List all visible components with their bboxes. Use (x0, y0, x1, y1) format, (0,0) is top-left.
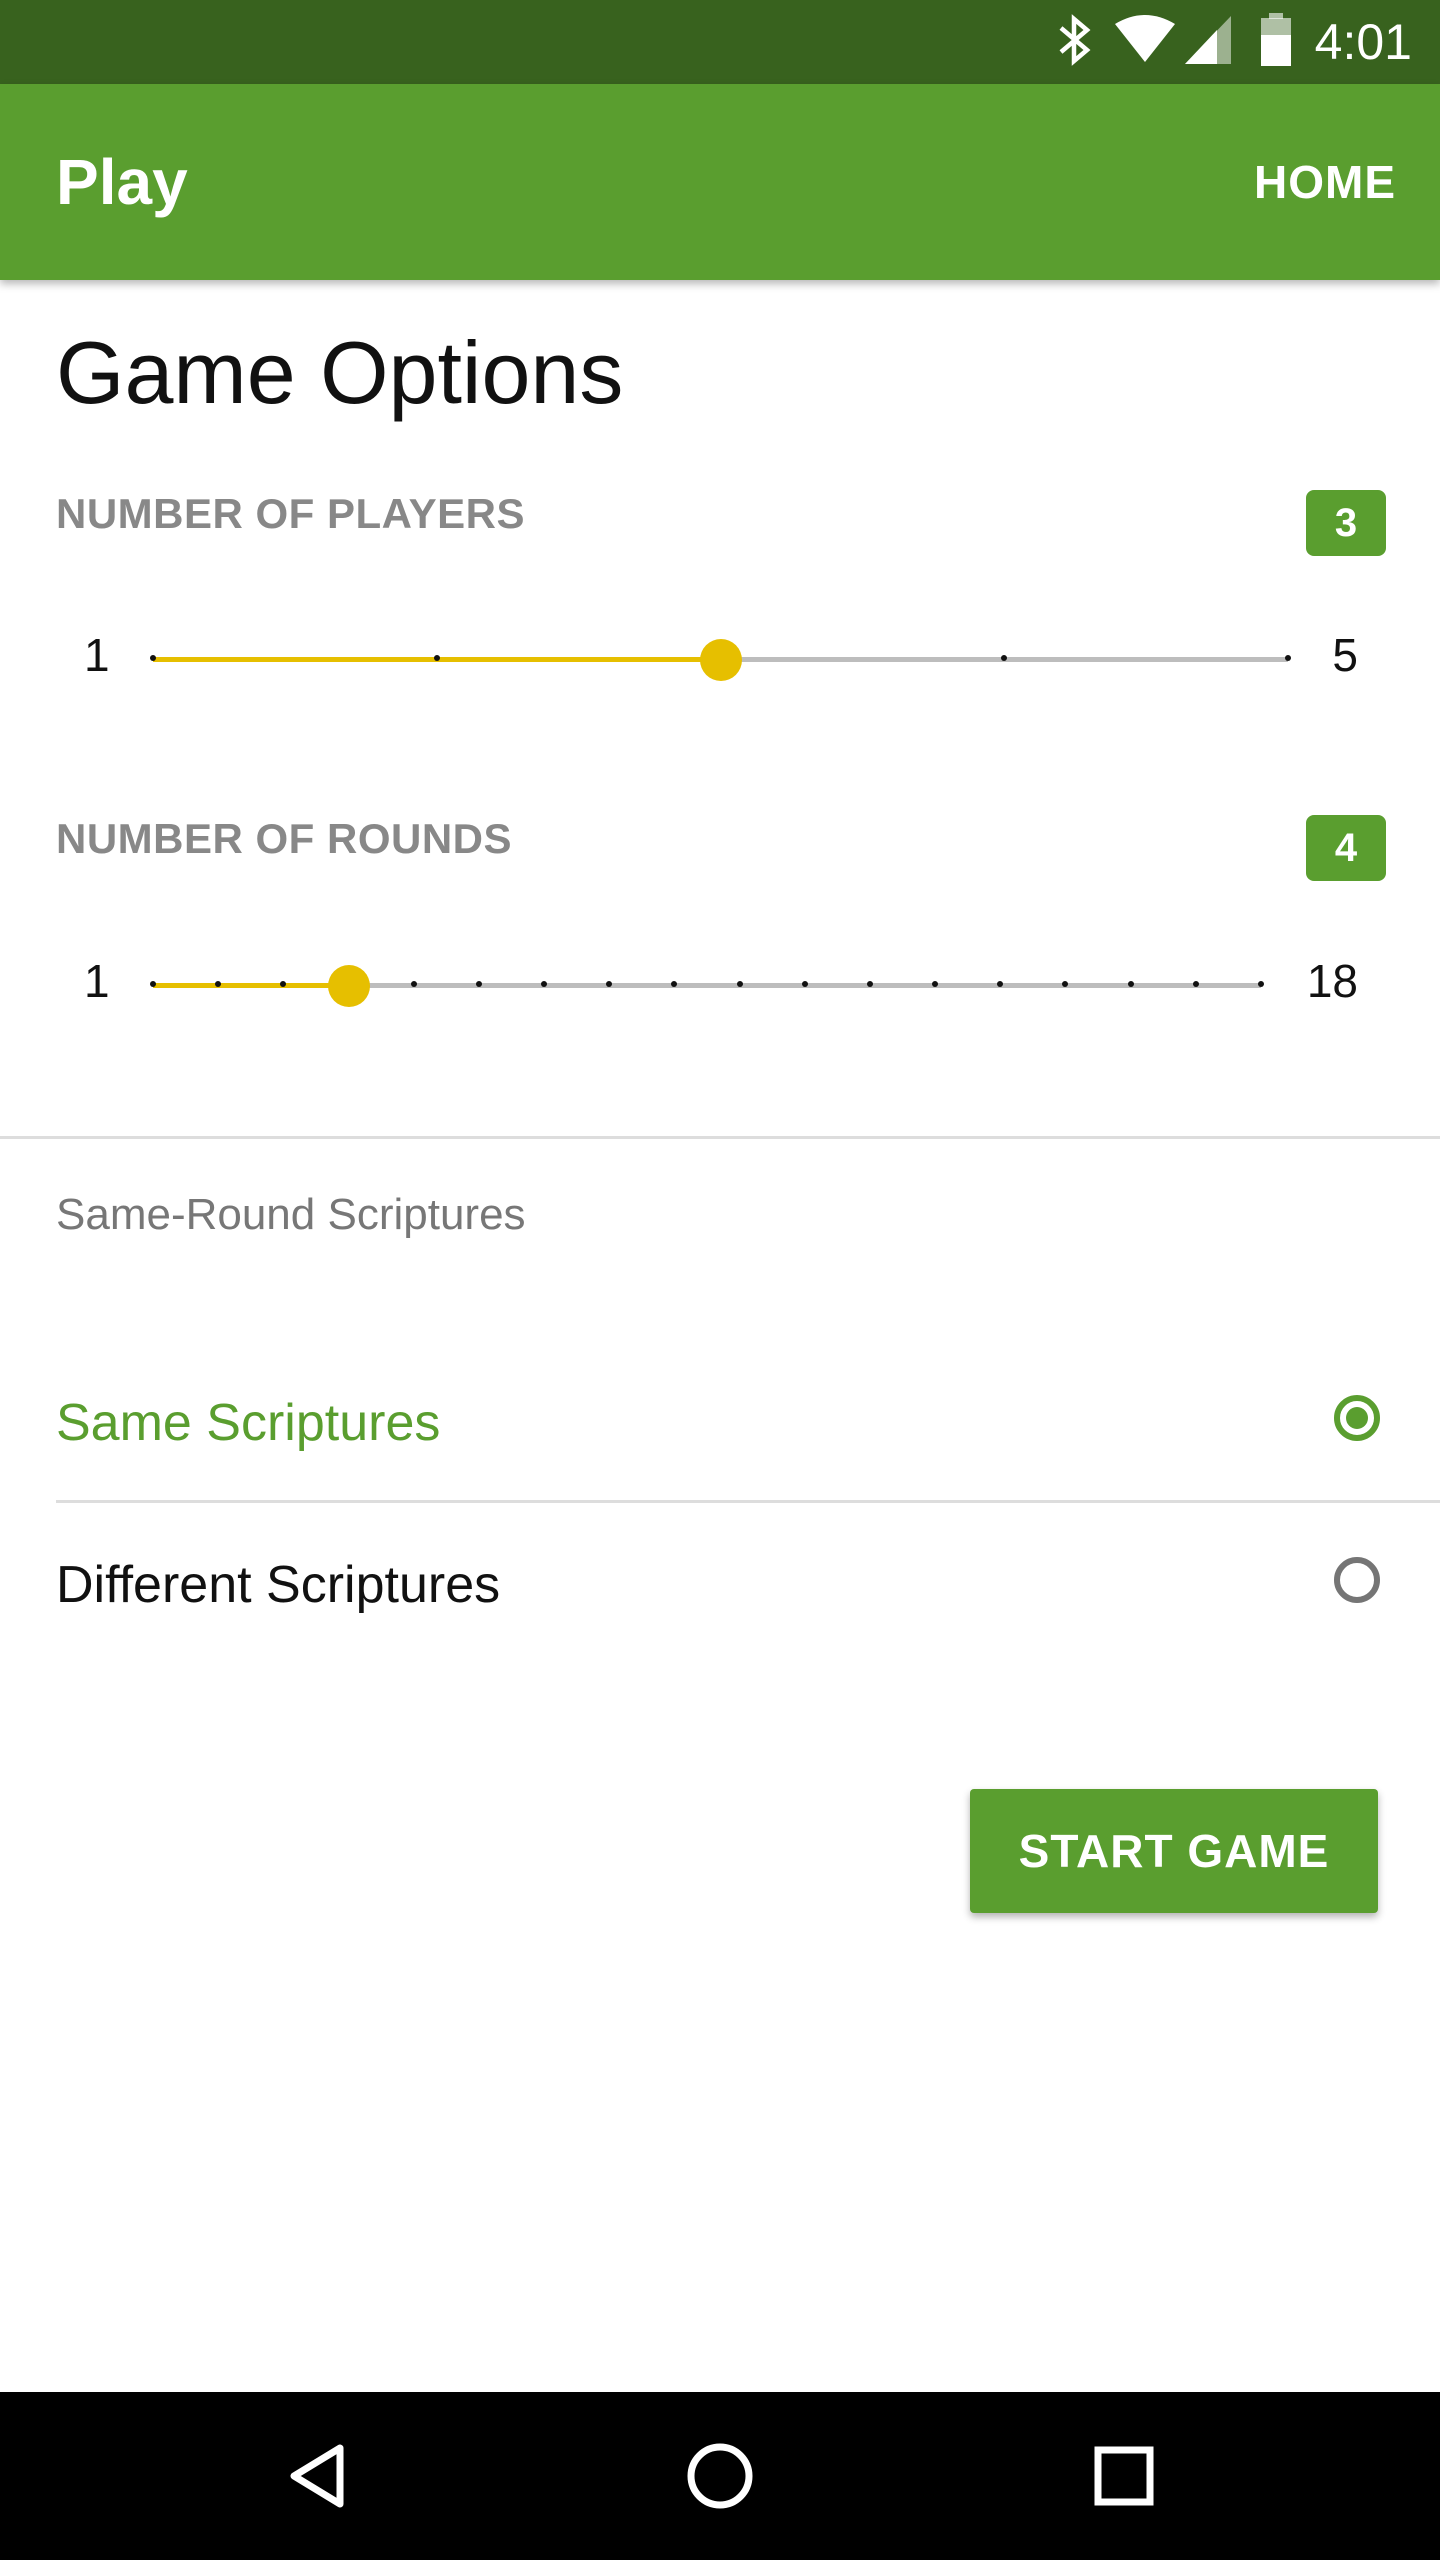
radio-row-different-scriptures[interactable]: Different Scriptures (0, 1510, 1440, 1660)
app-title: Play (56, 146, 188, 218)
radio-label-different-scriptures: Different Scriptures (56, 1556, 501, 1614)
radio-selected-dot (1346, 1407, 1368, 1429)
players-slider-tick (150, 655, 156, 661)
radio-row-same-scriptures[interactable]: Same Scriptures (0, 1348, 1440, 1498)
rounds-min-label: 1 (84, 955, 110, 1007)
players-slider-thumb[interactable] (699, 639, 742, 681)
battery-icon (1259, 12, 1293, 72)
page-title: Game Options (56, 323, 624, 422)
rounds-slider-tick (1127, 981, 1134, 987)
rounds-slider-tick (1258, 981, 1264, 987)
rounds-label: NUMBER OF ROUNDS (56, 815, 512, 862)
status-time: 4:01 (1314, 14, 1412, 70)
option-divider (56, 1500, 1440, 1503)
rounds-slider-tick (1062, 981, 1069, 987)
rounds-slider-thumb[interactable] (327, 965, 370, 1007)
players-value-badge: 3 (1306, 490, 1386, 556)
app-bar: Play HOME (0, 84, 1440, 280)
players-slider-tick (1001, 655, 1008, 661)
rounds-slider-tick (866, 981, 873, 987)
rounds-slider-tick (932, 981, 939, 987)
home-icon[interactable] (670, 2426, 770, 2526)
wifi-icon (1113, 14, 1177, 71)
rounds-slider-tick (997, 981, 1004, 987)
rounds-slider-tick (736, 981, 743, 987)
rounds-slider-fill (153, 983, 349, 988)
back-icon[interactable] (266, 2426, 366, 2526)
bluetooth-icon (1055, 13, 1095, 71)
section-divider (0, 1136, 1440, 1139)
rounds-slider-tick (1192, 981, 1199, 987)
players-label: NUMBER OF PLAYERS (56, 490, 526, 537)
scripture-group-header: Same-Round Scriptures (56, 1190, 526, 1239)
radio-button-same-scriptures[interactable] (1334, 1395, 1380, 1441)
rounds-slider-tick (150, 981, 156, 987)
rounds-slider-tick (671, 981, 678, 987)
radio-button-different-scriptures[interactable] (1334, 1557, 1380, 1603)
radio-label-same-scriptures: Same Scriptures (56, 1394, 441, 1452)
rounds-slider-tick (410, 981, 417, 987)
rounds-slider-tick (801, 981, 808, 987)
players-slider-tick (433, 655, 440, 661)
start-game-button[interactable]: START GAME (970, 1789, 1378, 1913)
cell-signal-icon (1183, 14, 1235, 71)
rounds-slider[interactable] (150, 965, 1264, 1007)
home-button[interactable]: HOME (1254, 84, 1396, 280)
nav-bar (0, 2392, 1440, 2560)
rounds-value-badge: 4 (1306, 815, 1386, 881)
rounds-max-label: 18 (1306, 955, 1358, 1007)
rounds-slider-tick (541, 981, 548, 987)
status-icons: 4:01 (1055, 0, 1440, 84)
players-slider[interactable] (150, 639, 1291, 681)
players-max-label: 5 (1332, 629, 1358, 681)
status-bar: 4:01 (0, 0, 1440, 84)
recents-icon[interactable] (1074, 2426, 1174, 2526)
rounds-slider-tick (475, 981, 482, 987)
rounds-slider-tick (606, 981, 613, 987)
players-min-label: 1 (84, 629, 110, 681)
